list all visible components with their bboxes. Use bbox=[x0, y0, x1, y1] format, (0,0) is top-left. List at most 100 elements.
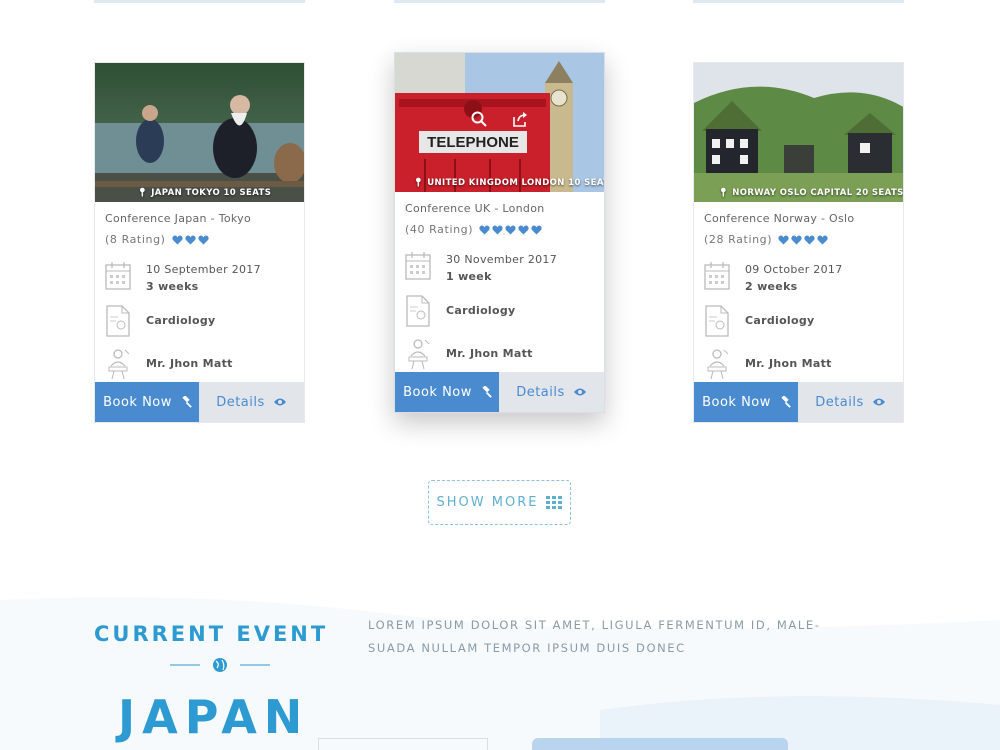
eye-icon bbox=[872, 398, 885, 406]
details-label: Details bbox=[216, 394, 265, 410]
details-label: Details bbox=[815, 394, 864, 410]
rating-hearts bbox=[171, 235, 209, 245]
details-button[interactable]: Details bbox=[499, 372, 604, 412]
rating-hearts bbox=[479, 225, 542, 235]
heart-icon bbox=[531, 225, 542, 235]
event-date: 09 October 2017 bbox=[745, 263, 843, 276]
current-event-description: LOREM IPSUM DOLOR SIT AMET, LIGULA FERME… bbox=[368, 618, 821, 655]
prev-row-edge-middle bbox=[394, 0, 605, 3]
current-event-heading: CURRENT EVENT bbox=[94, 622, 329, 646]
heart-icon bbox=[479, 225, 490, 235]
card-rating: (28 Rating) bbox=[704, 233, 828, 246]
heart-icon bbox=[492, 225, 503, 235]
show-more-button[interactable]: SHOW MORE bbox=[428, 480, 571, 525]
heart-icon bbox=[778, 235, 789, 245]
map-pin-icon: 📍︎ bbox=[718, 188, 730, 198]
event-duration: 3 weeks bbox=[146, 280, 199, 293]
details-button[interactable]: Details bbox=[199, 382, 304, 422]
event-specialty: Cardiology bbox=[146, 314, 216, 327]
book-now-label: Book Now bbox=[702, 394, 771, 410]
card-title[interactable]: Conference UK - London bbox=[405, 202, 545, 215]
speaker-podium-icon bbox=[707, 349, 729, 380]
heart-icon bbox=[197, 235, 209, 245]
card-image-japan[interactable]: 📍︎ JAPAN TOKYO 10 SEATS bbox=[95, 63, 304, 202]
event-card-japan: 📍︎ JAPAN TOKYO 10 SEATS Conference Japan … bbox=[94, 62, 305, 423]
book-now-button[interactable]: Book Now bbox=[694, 382, 800, 422]
eye-icon bbox=[573, 388, 586, 396]
event-specialty: Cardiology bbox=[446, 304, 516, 317]
show-more-label: SHOW MORE bbox=[436, 495, 539, 510]
search-icon[interactable] bbox=[471, 111, 487, 127]
gavel-icon bbox=[182, 395, 192, 408]
image-actions bbox=[395, 111, 604, 131]
event-date: 10 September 2017 bbox=[146, 263, 261, 276]
current-event-title: JAPAN bbox=[118, 690, 310, 744]
event-card-uk: TELEPHONE 📍︎ UNITED KINGDOM LONDON 10 SEA… bbox=[394, 52, 605, 413]
calendar-icon bbox=[704, 262, 730, 290]
event-card-norway: 📍︎ NORWAY OSLO CAPITAL 20 SEATS Conferenc… bbox=[693, 62, 904, 423]
card-location-uk: 📍︎ UNITED KINGDOM LONDON 10 SEATS bbox=[413, 178, 604, 188]
card-date-row: 10 September 2017 3 weeks bbox=[105, 261, 261, 295]
certificate-icon bbox=[705, 305, 729, 337]
rating-count: (28 Rating) bbox=[704, 233, 773, 246]
card-speaker-row: Mr. Jhon Matt bbox=[105, 348, 233, 380]
map-pin-icon: 📍︎ bbox=[413, 178, 425, 188]
details-label: Details bbox=[516, 384, 565, 400]
heart-icon bbox=[804, 235, 815, 245]
globe-divider bbox=[170, 658, 270, 672]
rating-count: (8 Rating) bbox=[105, 233, 166, 246]
grid-icon bbox=[546, 495, 563, 509]
certificate-icon bbox=[406, 295, 430, 327]
heart-icon bbox=[518, 225, 529, 235]
card-specialty-row: Cardiology bbox=[405, 295, 516, 327]
rating-count: (40 Rating) bbox=[405, 223, 474, 236]
card-location-norway: 📍︎ NORWAY OSLO CAPITAL 20 SEATS bbox=[718, 188, 903, 198]
card-title[interactable]: Conference Japan - Tokyo bbox=[105, 212, 251, 225]
share-icon[interactable] bbox=[512, 111, 528, 127]
card-specialty-row: Cardiology bbox=[704, 305, 815, 337]
prev-row-edge-left bbox=[94, 0, 305, 3]
book-now-label: Book Now bbox=[103, 394, 172, 410]
event-speaker: Mr. Jhon Matt bbox=[745, 357, 832, 370]
card-date-row: 30 November 2017 1 week bbox=[405, 251, 557, 285]
event-specialty: Cardiology bbox=[745, 314, 815, 327]
book-now-button[interactable]: Book Now bbox=[95, 382, 201, 422]
bottom-panel-edge bbox=[532, 738, 788, 750]
calendar-icon bbox=[105, 262, 131, 290]
prev-row-edge-right bbox=[693, 0, 904, 3]
rating-hearts bbox=[778, 235, 828, 245]
event-duration: 2 weeks bbox=[745, 280, 798, 293]
heart-icon bbox=[184, 235, 196, 245]
eye-icon bbox=[273, 398, 286, 406]
map-pin-icon: 📍︎ bbox=[137, 188, 149, 198]
card-specialty-row: Cardiology bbox=[105, 305, 216, 337]
details-button[interactable]: Details bbox=[798, 382, 903, 422]
event-speaker: Mr. Jhon Matt bbox=[446, 347, 533, 360]
heart-icon bbox=[817, 235, 828, 245]
event-date: 30 November 2017 bbox=[446, 253, 558, 266]
gavel-icon bbox=[482, 385, 492, 398]
book-now-label: Book Now bbox=[403, 384, 472, 400]
gavel-icon bbox=[781, 395, 791, 408]
card-image-norway[interactable]: 📍︎ NORWAY OSLO CAPITAL 20 SEATS bbox=[694, 63, 903, 202]
speaker-podium-icon bbox=[408, 339, 430, 370]
card-rating: (8 Rating) bbox=[105, 233, 209, 246]
card-image-uk[interactable]: TELEPHONE 📍︎ UNITED KINGDOM LONDON 10 SEA… bbox=[395, 53, 604, 192]
event-speaker: Mr. Jhon Matt bbox=[146, 357, 233, 370]
card-speaker-row: Mr. Jhon Matt bbox=[704, 348, 832, 380]
card-rating: (40 Rating) bbox=[405, 223, 542, 236]
telephone-sign: TELEPHONE bbox=[427, 134, 519, 151]
card-speaker-row: Mr. Jhon Matt bbox=[405, 338, 533, 370]
speaker-podium-icon bbox=[108, 349, 130, 380]
heart-icon bbox=[505, 225, 516, 235]
calendar-icon bbox=[405, 252, 431, 280]
card-location-japan: 📍︎ JAPAN TOKYO 10 SEATS bbox=[137, 188, 272, 198]
bottom-input-edge bbox=[318, 738, 488, 750]
book-now-button[interactable]: Book Now bbox=[395, 372, 501, 412]
card-title[interactable]: Conference Norway - Oslo bbox=[704, 212, 854, 225]
heart-icon bbox=[171, 235, 183, 245]
card-date-row: 09 October 2017 2 weeks bbox=[704, 261, 843, 295]
heart-icon bbox=[791, 235, 802, 245]
certificate-icon bbox=[106, 305, 130, 337]
event-duration: 1 week bbox=[446, 270, 492, 283]
